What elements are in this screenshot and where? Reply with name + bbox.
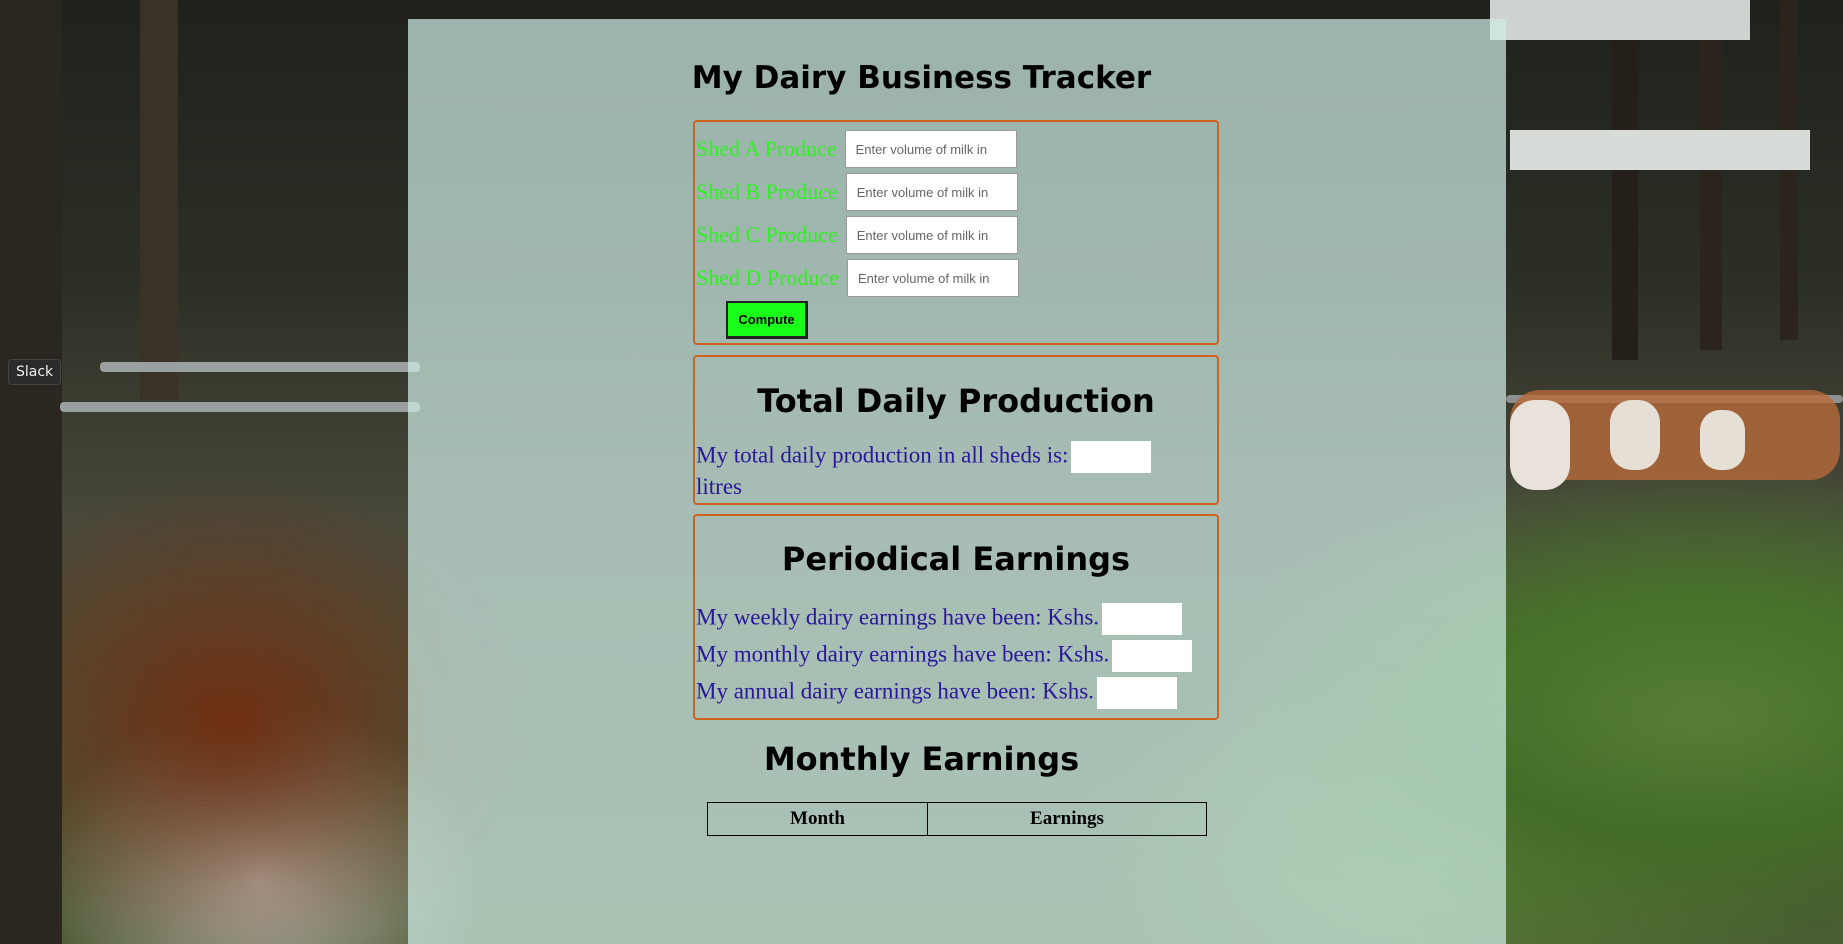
barn-roof-window	[1490, 0, 1750, 40]
shed-d-input[interactable]	[846, 259, 1019, 297]
shed-a-label: Shed A Produce	[696, 136, 837, 161]
total-production-box: Total Daily Production My total daily pr…	[693, 355, 1219, 505]
barn-post	[1780, 0, 1798, 340]
monthly-earnings-title: Monthly Earnings	[763, 740, 1080, 778]
annual-earnings-row: My annual dairy earnings have been: Kshs…	[696, 677, 1177, 709]
table-header-row: Month Earnings	[707, 802, 1207, 836]
annual-earnings-text: My annual dairy earnings have been: Kshs…	[696, 678, 1094, 704]
shed-a-row: Shed A Produce	[696, 129, 1017, 169]
monthly-earnings-table: Month Earnings	[707, 802, 1207, 836]
taskbar-tooltip: Slack	[8, 359, 62, 385]
total-production-unit: litres	[696, 474, 742, 499]
compute-button[interactable]: Compute	[726, 301, 808, 339]
monthly-earnings-row: My monthly dairy earnings have been: Ksh…	[696, 640, 1193, 672]
fence-rail	[60, 402, 420, 412]
page-title: My Dairy Business Tracker	[691, 60, 1152, 96]
barn-post	[1612, 0, 1638, 360]
cow-face	[1700, 410, 1745, 470]
shed-input-form: Shed A Produce Shed B Produce Shed C Pro…	[693, 120, 1219, 345]
weekly-earnings-text: My weekly dairy earnings have been: Kshs…	[696, 604, 1100, 630]
shed-d-label: Shed D Produce	[696, 265, 839, 290]
total-production-title: Total Daily Production	[757, 382, 1155, 420]
fence-rail	[100, 362, 420, 372]
periodical-earnings-title: Periodical Earnings	[781, 540, 1131, 578]
weekly-earnings-value	[1102, 603, 1183, 635]
shed-c-row: Shed C Produce	[696, 215, 1018, 255]
total-production-value	[1071, 441, 1152, 473]
shed-a-input[interactable]	[844, 130, 1017, 168]
total-production-statement: My total daily production in all sheds i…	[696, 441, 1152, 500]
monthly-earnings-text: My monthly dairy earnings have been: Ksh…	[696, 641, 1110, 667]
cow-face	[1610, 400, 1660, 470]
month-column-header: Month	[707, 802, 928, 836]
barn-roof-window	[1510, 130, 1810, 170]
shed-c-input[interactable]	[845, 216, 1018, 254]
shed-c-label: Shed C Produce	[696, 222, 838, 247]
shed-b-row: Shed B Produce	[696, 172, 1018, 212]
monthly-earnings-value	[1112, 640, 1193, 672]
shed-b-input[interactable]	[845, 173, 1018, 211]
periodical-earnings-box: Periodical Earnings My weekly dairy earn…	[693, 514, 1219, 720]
shed-d-row: Shed D Produce	[696, 258, 1019, 298]
cow-face	[1510, 400, 1570, 490]
earnings-column-header: Earnings	[927, 802, 1207, 836]
barn-post	[1700, 0, 1722, 350]
barn-post	[0, 0, 62, 944]
weekly-earnings-row: My weekly dairy earnings have been: Kshs…	[696, 603, 1183, 635]
shed-b-label: Shed B Produce	[696, 179, 838, 204]
total-production-text: My total daily production in all sheds i…	[696, 442, 1069, 468]
annual-earnings-value	[1096, 677, 1177, 709]
